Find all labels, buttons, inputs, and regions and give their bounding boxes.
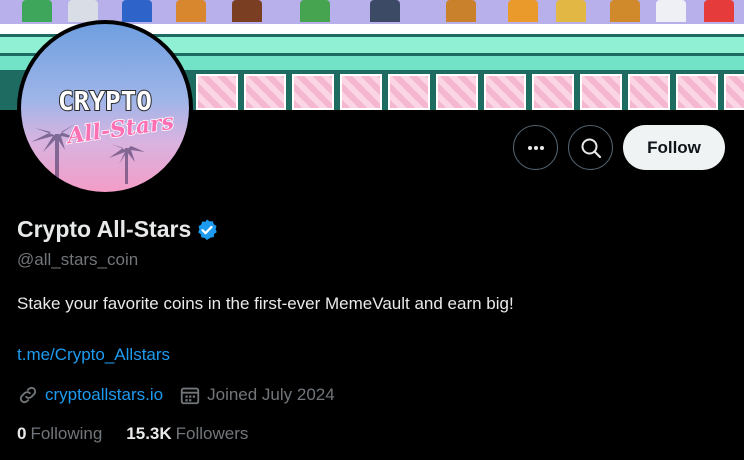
bio-link[interactable]: t.me/Crypto_Allstars [17,345,170,365]
followers-label: Followers [175,424,249,443]
banner-sprite [68,0,98,22]
followers-stat[interactable]: 15.3K Followers [126,424,248,444]
joined-date: Joined July 2024 [207,385,335,404]
following-count: 0 [17,424,27,443]
banner-tile [436,74,478,110]
banner-sprite [508,0,538,22]
banner-sprite [446,0,476,22]
avatar[interactable]: CRYPTO All-Stars [17,20,193,196]
banner-tile [388,74,430,110]
follow-stats: 0 Following 15.3K Followers [17,424,248,444]
banner-tile [292,74,334,110]
banner-sprite [122,0,152,22]
follow-button[interactable]: Follow [623,125,725,170]
display-name: Crypto All-Stars [17,216,192,242]
banner-sprite [610,0,640,22]
search-icon [581,138,601,158]
banner-sprite [656,0,686,22]
banner-tile [532,74,574,110]
followers-count: 15.3K [126,424,172,443]
banner-sprite [300,0,330,22]
link-icon [19,386,37,404]
banner-sprite [704,0,734,22]
search-button[interactable] [568,125,613,170]
name-row: Crypto All-Stars [17,216,219,243]
banner-tile [628,74,670,110]
avatar-art: CRYPTO All-Stars [31,86,176,184]
following-stat[interactable]: 0 Following [17,424,102,444]
avatar-image: CRYPTO All-Stars [21,24,189,192]
banner-sprite [556,0,586,22]
banner-tile [724,74,744,110]
profile-meta: cryptoallstars.io Joined July 2024 [17,384,335,406]
banner-sprite [176,0,206,22]
banner-sprite [232,0,262,22]
banner-tile [580,74,622,110]
more-button[interactable] [513,125,558,170]
more-icon [527,145,544,150]
banner-sprite [370,0,400,22]
website-link[interactable]: cryptoallstars.io [45,385,163,405]
handle: @all_stars_coin [17,250,139,269]
banner-tile [340,74,382,110]
banner-tile [196,74,238,110]
bio: Stake your favorite coins in the first-e… [17,294,514,313]
banner-tile [676,74,718,110]
calendar-icon [180,387,200,405]
banner-tile [484,74,526,110]
verified-badge-icon[interactable] [195,218,219,242]
banner-tile [244,74,286,110]
banner-sprite [22,0,52,22]
following-label: Following [30,424,103,443]
